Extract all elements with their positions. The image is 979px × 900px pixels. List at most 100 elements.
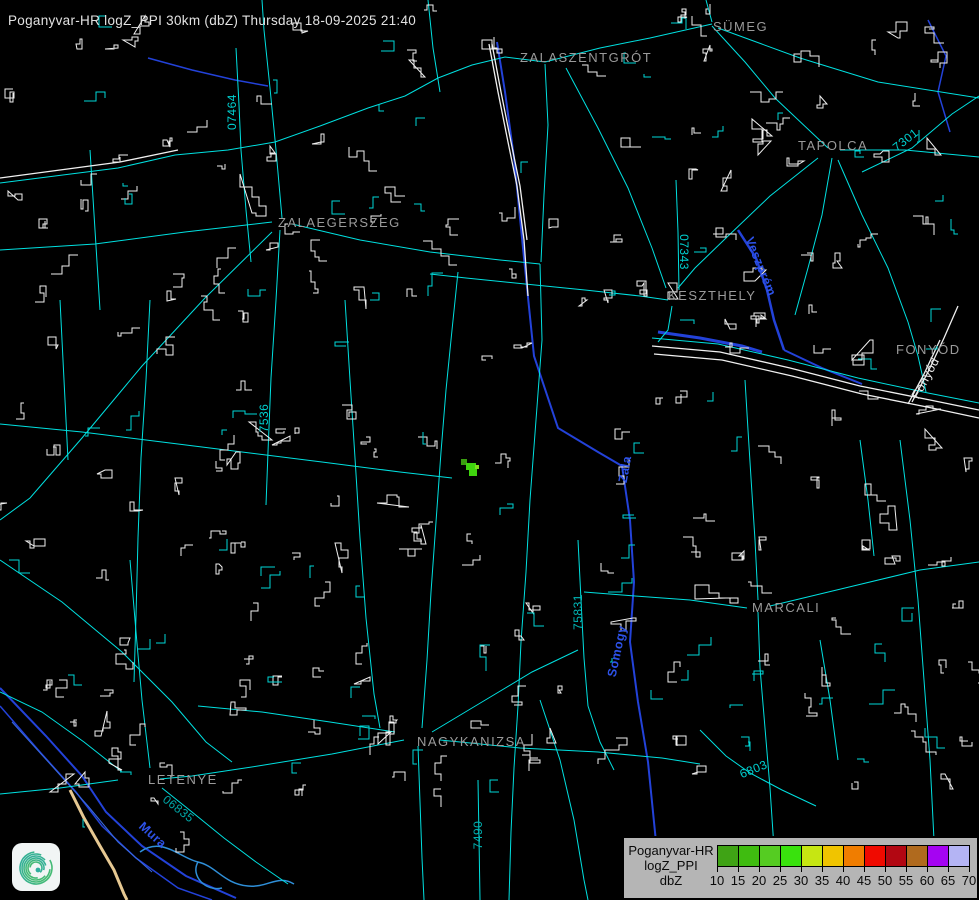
terrain-squiggle <box>935 195 943 201</box>
terrain-squiggle <box>462 555 480 565</box>
terrain-squiggle <box>342 405 356 419</box>
terrain-squiggle <box>370 293 379 300</box>
met-spiral-logo <box>12 843 60 891</box>
terrain-squiggle <box>216 461 222 471</box>
village-outline <box>120 638 130 645</box>
terrain-squiggle <box>521 162 528 173</box>
terrain-squiggle <box>120 772 131 775</box>
terrain-squiggle <box>292 763 301 773</box>
terrain-squiggle <box>276 429 286 433</box>
product-title: Poganyvar-HR logZ_PPI 30km (dbZ) Thursda… <box>8 13 416 28</box>
terrain-squiggle <box>931 309 941 322</box>
terrain-squiggle <box>524 734 538 758</box>
terrain-squiggle <box>480 646 486 653</box>
terrain-squiggle <box>261 571 280 588</box>
road-number-label: 75831 <box>571 594 585 630</box>
legend-color-swatch <box>927 845 949 867</box>
terrain-squiggle <box>683 537 700 557</box>
village-outline <box>515 630 524 640</box>
terrain-squiggle <box>176 832 189 852</box>
village-outline <box>105 45 118 49</box>
terrain-squiggle <box>694 248 706 252</box>
terrain-squiggle <box>692 128 701 135</box>
terrain-squiggle <box>70 720 77 726</box>
road-lines <box>0 0 979 900</box>
village-outline <box>787 158 804 166</box>
terrain-squiggle <box>673 736 686 746</box>
village-outline <box>48 337 58 349</box>
terrain-squiggle <box>251 603 258 621</box>
terrain-squiggle <box>615 429 630 439</box>
village-outline <box>399 549 422 556</box>
legend-tick-label: 40 <box>836 873 850 888</box>
terrain-squiggle <box>741 737 749 746</box>
terrain-squiggle <box>369 197 379 208</box>
legend-tick-label: 55 <box>899 873 913 888</box>
legend-color-swatch <box>885 845 907 867</box>
legend-tick-mark <box>801 867 802 872</box>
legend-color-swatch <box>759 845 781 867</box>
village-outline <box>558 686 562 693</box>
legend-tick-label: 45 <box>857 873 871 888</box>
terrain-squiggle <box>423 432 426 444</box>
terrain-squiggle <box>392 772 405 781</box>
village-outline <box>0 503 7 513</box>
legend-product: logZ_PPI <box>626 858 716 873</box>
road-number-label: 06835 <box>160 792 197 825</box>
city-label: ZALAEGERSZEG <box>278 215 401 230</box>
city-label: MARCALI <box>752 600 820 615</box>
terrain-squiggle <box>832 410 841 426</box>
legend-tick-mark <box>822 867 823 872</box>
terrain-squiggle <box>308 720 320 734</box>
river-name-label: Zala <box>616 454 635 484</box>
legend-tick-mark <box>948 867 949 872</box>
village-outline <box>549 219 558 228</box>
village-outline <box>526 603 540 613</box>
terrain-squiggle <box>219 539 227 550</box>
terrain-squiggle <box>126 411 139 430</box>
village-outline <box>230 702 246 715</box>
terrain-squiggle <box>680 320 694 324</box>
terrain-squiggle <box>220 435 234 460</box>
terrain-squiggle <box>794 51 819 67</box>
terrain-squiggle <box>381 41 394 51</box>
village-outline <box>175 478 182 495</box>
legend-tick-mark <box>780 867 781 872</box>
terrain-squiggle <box>268 677 282 682</box>
terrain-squiggle <box>81 199 88 211</box>
village-outline <box>751 315 766 323</box>
legend-color-swatch <box>906 845 928 867</box>
terrain-squiggle <box>582 65 606 76</box>
village-outline <box>695 585 738 603</box>
terrain-squiggle <box>385 187 405 202</box>
terrain-squiggle <box>872 40 876 55</box>
village-outline <box>862 540 870 550</box>
terrain-squiggle <box>522 755 540 771</box>
village-outline <box>725 319 736 329</box>
legend-tick-mark <box>864 867 865 872</box>
terrain-squiggle <box>273 676 282 685</box>
terrain-squiggle <box>414 204 425 211</box>
village-outline <box>167 291 176 301</box>
legend-tick-mark <box>969 867 970 872</box>
village-outline <box>272 436 290 445</box>
legend-tick-label: 35 <box>815 873 829 888</box>
terrain-squiggle <box>222 430 227 435</box>
legend-tick-mark <box>906 867 907 872</box>
terrain-squiggle <box>233 411 257 418</box>
village-outline <box>266 243 278 250</box>
village-outline <box>759 537 766 550</box>
terrain-squiggle <box>379 104 384 111</box>
spiral-logo-icon <box>12 843 60 891</box>
road-number-label: 6803 <box>738 757 770 781</box>
terrain-squiggle <box>939 660 946 673</box>
road-number-label: 7490 <box>471 821 485 850</box>
terrain-squiggle <box>869 690 895 704</box>
terrain-squiggle <box>651 690 663 699</box>
terrain-squiggle <box>16 403 24 419</box>
terrain-squiggle <box>730 705 743 708</box>
village-outline <box>621 138 641 147</box>
terrain-squiggle <box>951 219 958 234</box>
terrain-squiggle <box>814 345 831 353</box>
terrain-squiggle <box>613 738 627 750</box>
